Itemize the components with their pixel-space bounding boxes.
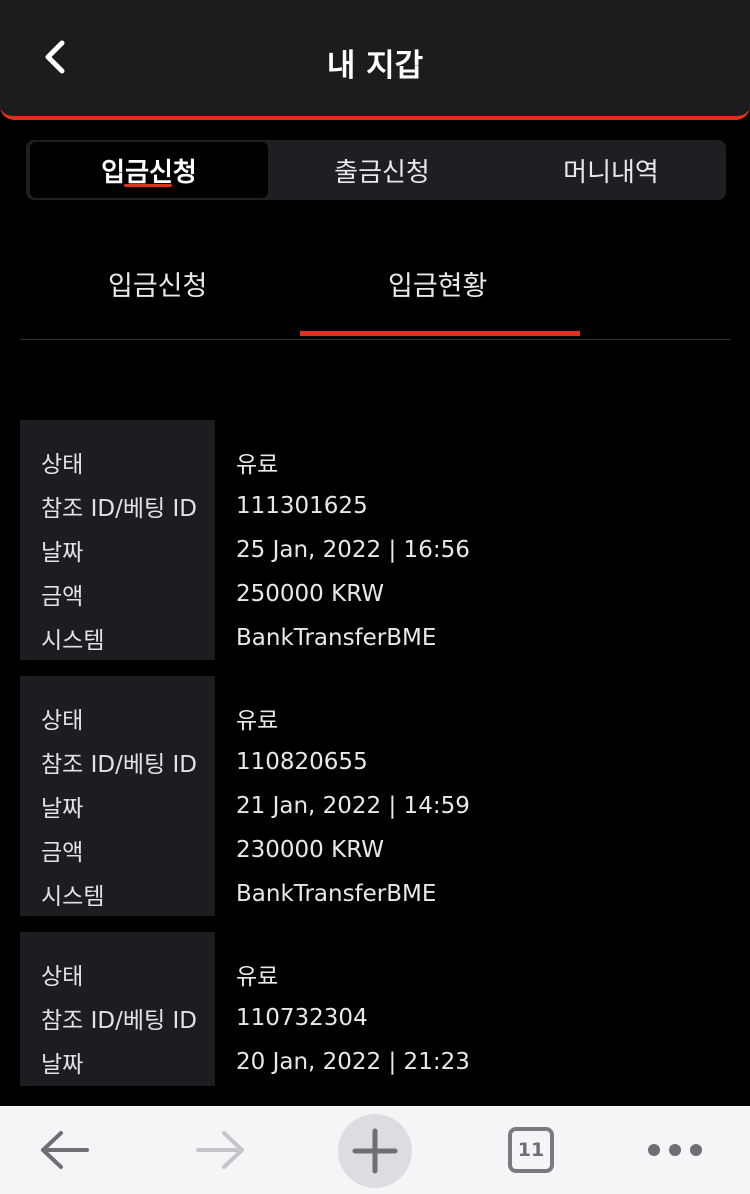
deposit-record: 상태 참조 ID/베팅 ID 날짜 유료 110732304 20 Jan, 2… [20,932,730,1086]
tab-money-history[interactable]: 머니내역 [496,142,726,198]
date-label: 날짜 [41,796,84,822]
amount-label: 금액 [41,584,84,610]
record-value-column: 유료 111301625 25 Jan, 2022 | 16:56 250000… [236,420,470,660]
more-menu-button[interactable] [640,1106,710,1194]
ref-id-label: 참조 ID/베팅 ID [41,1008,197,1034]
browser-forward-button[interactable] [185,1106,255,1194]
ref-id-value: 110732304 [236,1005,368,1031]
tab-label: 출금신청 [334,157,430,188]
system-value: BankTransferBME [236,625,437,651]
status-value: 유료 [236,452,279,478]
ref-id-label: 참조 ID/베팅 ID [41,496,197,522]
wallet-page: 내 지갑 입금신청 출금신청 머니내역 입금신청 입금현황 상태 참조 ID/베… [0,0,750,1194]
record-label-column: 상태 참조 ID/베팅 ID 날짜 금액 시스템 [20,420,215,660]
system-value: BankTransferBME [236,881,437,907]
date-label: 날짜 [41,1052,84,1078]
ref-id-label: 참조 ID/베팅 ID [41,752,197,778]
tab-label: 입금신청 [101,157,197,188]
active-subtab-indicator [300,331,580,336]
ref-id-value: 110820655 [236,749,368,775]
amount-value: 250000 KRW [236,581,384,607]
record-value-column: 유료 110732304 20 Jan, 2022 | 21:23 [236,932,470,1084]
status-label: 상태 [41,964,84,990]
status-label: 상태 [41,452,84,478]
deposit-subtabs: 입금신청 입금현황 [20,240,730,340]
deposit-record: 상태 참조 ID/베팅 ID 날짜 금액 시스템 유료 110820655 21… [20,676,730,916]
tab-switcher-button[interactable]: 11 [500,1106,562,1194]
browser-back-button[interactable] [30,1106,100,1194]
amount-value: 230000 KRW [236,837,384,863]
ref-id-value: 111301625 [236,493,368,519]
plus-icon [352,1128,398,1174]
browser-bottom-bar: 11 [0,1106,750,1194]
date-label: 날짜 [41,540,84,566]
tabs-icon: 11 [508,1127,554,1173]
active-tab-underline [124,184,172,187]
deposit-record: 상태 참조 ID/베팅 ID 날짜 금액 시스템 유료 111301625 25… [20,420,730,660]
date-value: 20 Jan, 2022 | 21:23 [236,1049,470,1075]
tab-count: 11 [517,1139,545,1161]
page-title: 내 지갑 [326,48,424,84]
amount-label: 금액 [41,840,84,866]
status-value: 유료 [236,708,279,734]
date-value: 25 Jan, 2022 | 16:56 [236,537,470,563]
tab-label: 머니내역 [563,157,659,188]
forward-arrow-icon [196,1131,244,1169]
status-label: 상태 [41,708,84,734]
wallet-segment-tabs: 입금신청 출금신청 머니내역 [26,140,726,200]
app-header: 내 지갑 [0,0,750,120]
subtab-deposit-status[interactable]: 입금현황 [388,264,487,303]
tab-withdraw-request[interactable]: 출금신청 [268,142,496,198]
system-label: 시스템 [41,628,105,654]
record-value-column: 유료 110820655 21 Jan, 2022 | 14:59 230000… [236,676,470,916]
tab-deposit-request[interactable]: 입금신청 [30,142,268,198]
status-value: 유료 [236,964,279,990]
subtab-deposit-request[interactable]: 입금신청 [108,264,207,303]
date-value: 21 Jan, 2022 | 14:59 [236,793,470,819]
record-label-column: 상태 참조 ID/베팅 ID 날짜 [20,932,215,1086]
new-tab-button[interactable] [338,1114,412,1188]
more-icon [648,1144,702,1156]
record-label-column: 상태 참조 ID/베팅 ID 날짜 금액 시스템 [20,676,215,916]
back-arrow-icon [41,1131,89,1169]
system-label: 시스템 [41,884,105,910]
